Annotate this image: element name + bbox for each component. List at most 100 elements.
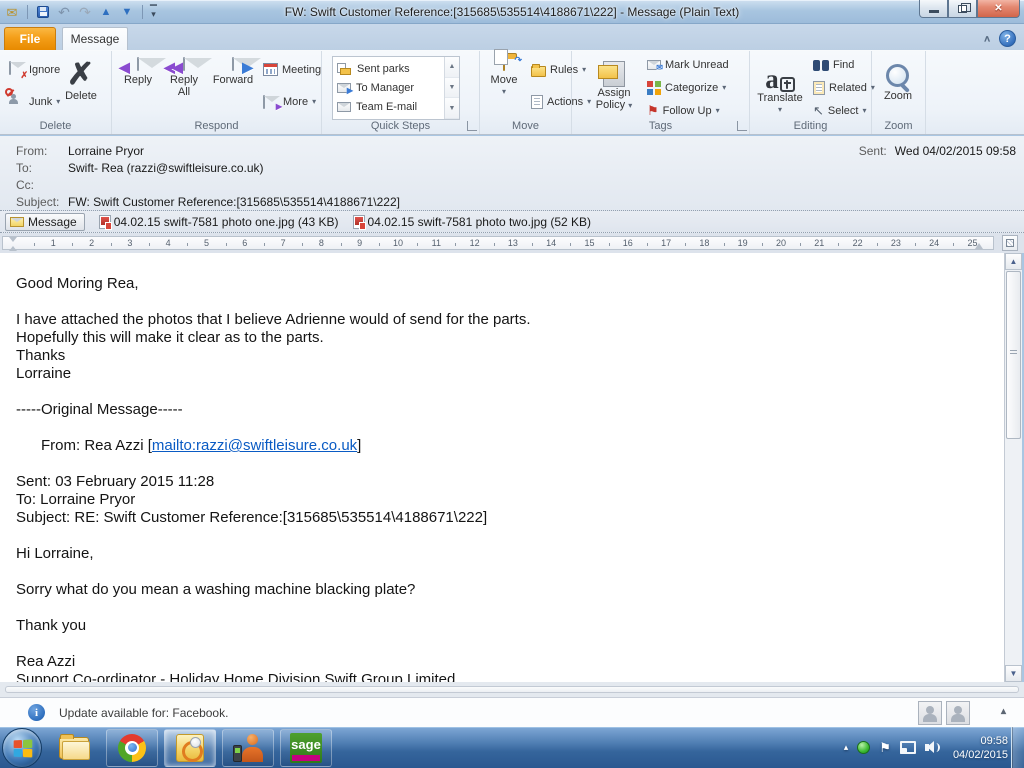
quick-steps-scroll-up[interactable]: ▲ [445,57,459,78]
zoom-icon [885,64,911,90]
ruler-number: 10 [392,238,404,248]
body-line: Hi Lorraine, [16,545,94,562]
ruler-number: 11 [431,238,441,248]
categorize-button[interactable]: Categorize ▾ [642,77,734,98]
undo-button[interactable]: ↶ [56,4,72,20]
translate-button[interactable]: a Translate ▾ [752,53,808,117]
customize-qat-button[interactable]: ▔ ▾ [150,6,157,19]
find-button[interactable]: Find [808,54,880,75]
message-view-tab[interactable]: Message [5,212,85,231]
restore-button[interactable] [948,0,977,18]
update-notice-text[interactable]: Update available for: Facebook. [59,706,228,720]
people-pane-avatars [918,701,970,725]
mark-unread-button[interactable]: ✉ Mark Unread [642,54,734,75]
reply-icon: ◀ [119,57,155,74]
volume-icon[interactable] [924,741,940,754]
message-body[interactable]: Good Moring Rea, I have attached the pho… [0,253,1005,682]
taskbar-item-explorer[interactable] [48,729,100,767]
quick-steps-scroll-down[interactable]: ▼ [445,77,459,99]
body-line: I have attached the photos that I believ… [16,311,531,328]
chrome-icon [118,733,146,762]
ruler-tick [800,243,802,246]
quick-step-team-email[interactable]: Team E-mail [337,98,444,117]
indent-marker-left[interactable] [9,237,17,251]
horizontal-ruler[interactable]: 1 2 3 4 5 6 7 8 9 10 11 12 13 14 15 16 17 18 19 20 21 22 23 24 2… [2,236,994,251]
body-line: Sent: 03 February 2015 11:28 [16,473,215,490]
quick-steps-gallery-expand[interactable]: ▼ [445,98,459,120]
avatar[interactable] [946,701,970,725]
ruler-number: 15 [584,238,595,248]
avatar[interactable] [918,701,942,725]
ruler-tick [493,243,495,246]
ruler-tick [685,243,687,246]
collapse-ribbon-button[interactable]: ∧ [983,33,991,44]
taskbar-item-outlook[interactable] [164,728,216,767]
ruler-toggle-button[interactable] [1002,235,1018,251]
meeting-button[interactable]: Meeting [258,59,326,80]
action-center-icon[interactable]: ⚑ [879,740,891,756]
message-app-icon[interactable]: ✉ [4,4,20,20]
mailto-link[interactable]: mailto:razzi@swiftleisure.co.uk [152,437,357,454]
ruler-tick [838,243,840,246]
network-icon[interactable] [899,741,916,754]
forward-button[interactable]: ▶ Forward [208,53,258,117]
cc-row: Cc: [0,176,1024,193]
tray-clock[interactable]: 09:58 04/02/2015 [953,734,1008,762]
taskbar-item-sage[interactable]: sage [280,728,332,767]
redo-button[interactable]: ↷ [77,4,93,20]
previous-item-button[interactable]: ▲ [98,4,114,20]
scroll-down-button[interactable]: ▼ [1005,665,1022,682]
attachment-item[interactable]: 04.02.15 swift-7581 photo one.jpg (43 KB… [98,214,339,230]
assign-policy-button[interactable]: Assign Policy ▾ [590,53,638,117]
delete-button[interactable]: ✗ Delete [56,53,106,117]
ruler-tick [225,243,227,246]
attachment-bar: Message 04.02.15 swift-7581 photo one.jp… [0,210,1024,233]
ruler-tick [646,243,648,246]
quick-step-to-manager[interactable]: ▶ To Manager [337,78,444,97]
ruler-number: 8 [318,238,324,248]
ruler-tick [876,243,878,246]
ribbon-group-zoom: Zoom Zoom [872,51,926,134]
taskbar-item-contacts[interactable] [222,728,274,767]
ruler-number: 18 [699,238,710,248]
tab-file[interactable]: File [4,27,56,50]
taskbar-item-chrome[interactable] [106,728,158,767]
select-button[interactable]: ↖ Select ▾ [808,100,880,121]
mark-unread-icon: ✉ [647,59,663,72]
help-button[interactable]: ? [999,30,1016,47]
next-item-button[interactable]: ▼ [119,4,135,20]
group-label-editing: Editing [793,120,828,132]
tags-dialog-launcher[interactable] [737,121,747,131]
explorer-icon [59,733,90,760]
related-button[interactable]: Related ▾ [808,77,880,98]
ruler-tick [570,243,572,246]
tab-message[interactable]: Message [62,27,128,50]
quick-steps-dialog-launcher[interactable] [467,121,477,131]
quick-step-sent-parks[interactable]: Sent parks [337,59,444,78]
scrollbar-thumb[interactable] [1006,271,1021,439]
people-pane-expand-button[interactable]: ▴ [1001,706,1006,717]
more-button[interactable]: ▶ More ▾ [258,91,326,112]
reply-button[interactable]: ◀ Reply [116,53,160,117]
reply-all-button[interactable]: ◀ ◀ Reply All [162,53,206,117]
follow-up-button[interactable]: ⚑ Follow Up ▾ [642,100,734,121]
subject-label: Subject: [16,194,60,209]
close-button[interactable]: ✕ [977,0,1020,18]
start-button[interactable] [2,727,42,768]
forward-icon: ▶ [216,57,253,74]
tray-status-icon[interactable] [857,741,871,754]
divider [142,5,143,19]
show-desktop-button[interactable] [1011,727,1024,768]
zoom-button[interactable]: Zoom [873,53,923,117]
attachment-item[interactable]: 04.02.15 swift-7581 photo two.jpg (52 KB… [352,214,591,230]
group-label-move: Move [512,120,539,132]
move-button[interactable]: ↷ Move ▾ [482,53,526,117]
ribbon-group-respond: ◀ Reply ◀ ◀ Reply All ▶ Forward Meeting ▶… [112,51,322,134]
save-button[interactable] [35,4,51,20]
body-line: Thanks [16,347,66,364]
scroll-up-button[interactable]: ▲ [1005,253,1022,270]
scrollbar-track[interactable] [1005,440,1022,665]
people-pane-splitter[interactable] [0,682,1024,697]
minimize-button[interactable] [919,0,948,18]
tray-hidden-icons-button[interactable]: ▴ [844,742,849,753]
